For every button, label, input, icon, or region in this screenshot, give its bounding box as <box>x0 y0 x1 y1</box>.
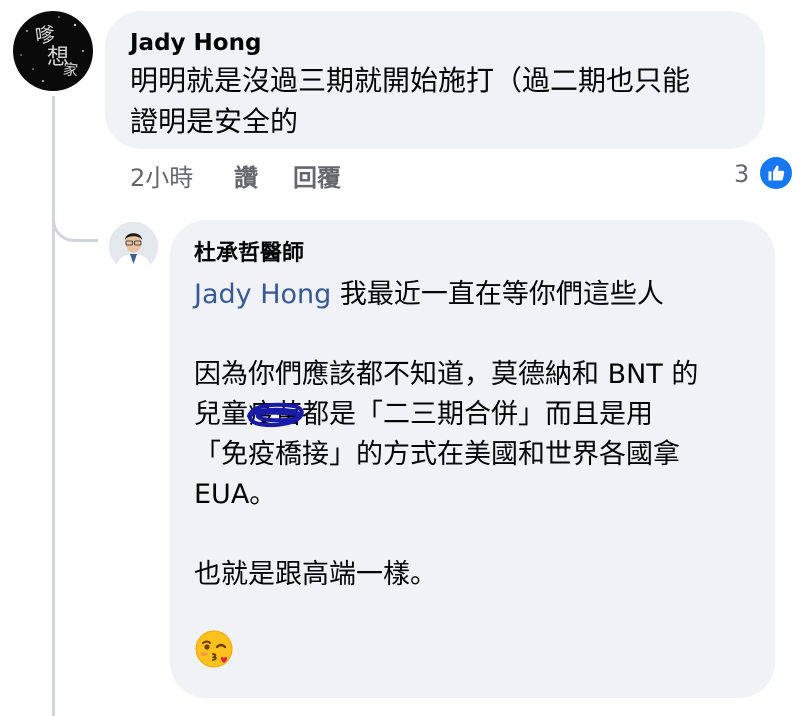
reply-text: Jady Hong 我最近一直在等你們這些人 因為你們應該都不知道，莫德納和 B… <box>194 275 751 595</box>
comment-text-line: 明明就是沒過三期就開始施打（過二期也只能 <box>130 64 691 97</box>
avatar-glyph: 家 <box>62 60 79 80</box>
reply-button[interactable]: 回覆 <box>293 158 341 193</box>
reply-line: 因為你們應該都不知道，莫德納和 BNT 的 <box>194 359 699 390</box>
reply-author[interactable]: 杜承哲醫師 <box>194 239 751 269</box>
avatar-doctor[interactable] <box>109 222 158 271</box>
reply-line-text: 都是「二三期合併」而且是用 <box>302 399 653 430</box>
avatar-jady-hong[interactable]: 嗲 想 家 <box>13 11 93 91</box>
kissing-face-icon <box>195 630 233 668</box>
kissing-face-heart-emoji <box>194 629 234 669</box>
thumbs-up-icon[interactable] <box>760 157 792 189</box>
reply-line: 兒童疫苗 都是「二三期合併」而且是用 <box>194 395 751 435</box>
scribbled-word: 疫苗 <box>247 395 304 435</box>
thread-connector <box>52 196 98 242</box>
comment-author[interactable]: Jady Hong <box>130 28 741 58</box>
doctor-portrait <box>109 222 158 271</box>
comment-timestamp[interactable]: 2小時 <box>130 158 193 193</box>
reply-bubble: 杜承哲醫師 Jady Hong 我最近一直在等你們這些人 因為你們應該都不知道，… <box>170 220 775 698</box>
thread-line <box>52 96 55 716</box>
thumbs-up-glyph <box>768 165 785 181</box>
comment-text: 明明就是沒過三期就開始施打（過二期也只能 證明是安全的 <box>130 60 741 142</box>
scribble-mark <box>247 402 304 428</box>
reply-line: 「免疫橋接」的方式在美國和世界各國拿 <box>194 439 680 470</box>
reaction-count[interactable]: 3 <box>734 160 749 188</box>
comment-text-line: 證明是安全的 <box>130 105 299 138</box>
reply-line: Jady Hong 我最近一直在等你們這些人 <box>194 275 751 315</box>
mention-link[interactable]: Jady Hong <box>194 279 331 310</box>
comment-bubble: Jady Hong 明明就是沒過三期就開始施打（過二期也只能 證明是安全的 <box>105 11 765 149</box>
reply-line-text: 兒童 <box>194 399 248 430</box>
reply-line-text: 我最近一直在等你們這些人 <box>331 279 664 310</box>
reply-line: EUA。 <box>194 479 277 510</box>
reply-line: 也就是跟高端一樣。 <box>194 559 437 590</box>
like-button[interactable]: 讚 <box>234 158 258 193</box>
